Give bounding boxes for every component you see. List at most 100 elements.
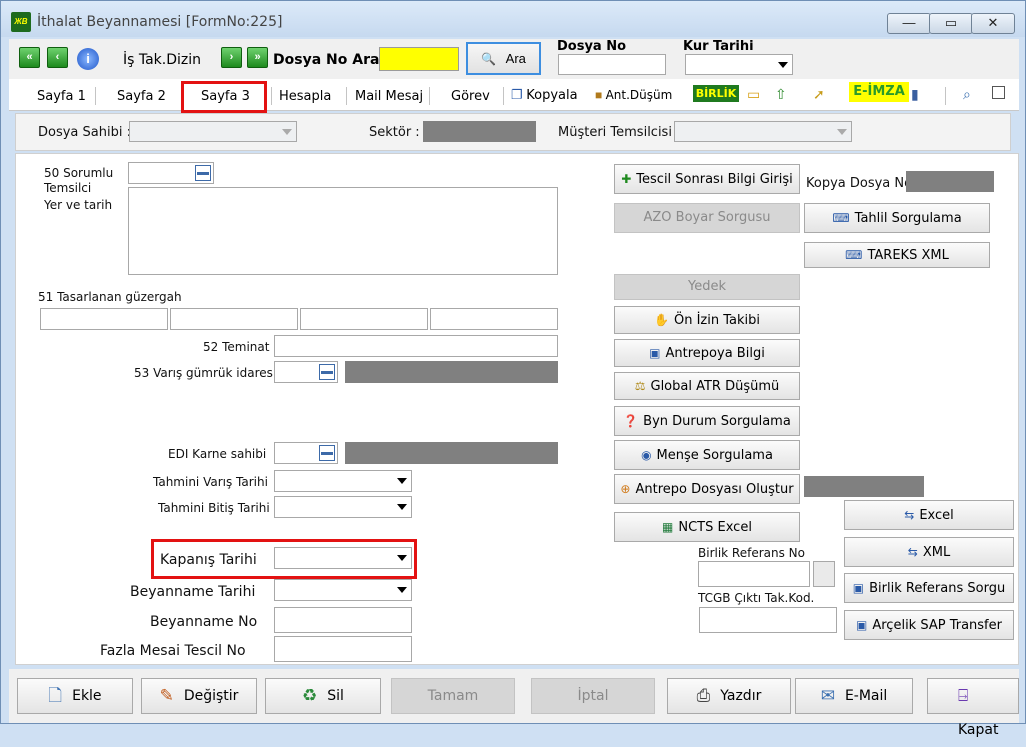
- birlik-referans-small-button[interactable]: [813, 561, 835, 587]
- document-search-icon[interactable]: ⌕: [963, 86, 971, 103]
- birlik-button[interactable]: BİRLİK: [693, 85, 739, 102]
- lookup-icon[interactable]: [319, 364, 335, 380]
- yedek-button[interactable]: Yedek: [614, 274, 800, 300]
- dosya-no-ara-label: Dosya No Ara: [273, 52, 380, 68]
- dosya-sahibi-dropdown[interactable]: [129, 121, 297, 142]
- kopyala-button[interactable]: ❐ Kopyala: [511, 87, 578, 103]
- tab-hesapla[interactable]: Hesapla: [279, 89, 331, 104]
- teminat-label: 52 Teminat: [203, 340, 270, 354]
- varis-gumruk-input[interactable]: [274, 361, 338, 383]
- guzergah-input-2[interactable]: [170, 308, 298, 330]
- kapat-button[interactable]: ⍈ Kapat: [927, 678, 1019, 738]
- prev-record-button[interactable]: ‹: [47, 47, 68, 68]
- copy-icon: ❐: [511, 87, 523, 102]
- ekle-label: Ekle: [72, 688, 102, 704]
- tcgb-cikti-input[interactable]: [699, 607, 837, 633]
- next-record-button[interactable]: ›: [221, 47, 242, 68]
- on-izin-takibi-button[interactable]: ✋ Ön İzin Takibi: [614, 306, 800, 334]
- tamam-button[interactable]: Tamam: [391, 678, 515, 714]
- last-record-button[interactable]: »: [247, 47, 268, 68]
- birlik-referans-no-label: Birlik Referans No: [698, 546, 805, 560]
- degistir-button[interactable]: ✎ Değiştir: [141, 678, 257, 714]
- tab-mail-mesaj[interactable]: Mail Mesaj: [355, 89, 423, 104]
- e-imza-button[interactable]: E-İMZA: [849, 82, 909, 102]
- folder-export-icon[interactable]: ➚: [813, 86, 825, 103]
- kopya-dosya-no-label: Kopya Dosya No: [806, 176, 913, 191]
- warehouse-icon: ▣: [649, 346, 661, 360]
- recycle-bin-icon: ♻: [302, 686, 318, 706]
- birlik-referans-sorgu-button[interactable]: ▣ Birlik Referans Sorgu: [844, 573, 1014, 603]
- lookup-icon[interactable]: [195, 165, 211, 181]
- envelope-icon: ✉: [820, 686, 835, 706]
- toolbar: « ‹ i İş Tak.Dizin › » Dosya No Ara 🔍 Ar…: [9, 39, 1019, 79]
- xml-button[interactable]: ⇆ XML: [844, 537, 1014, 567]
- guzergah-input-3[interactable]: [300, 308, 428, 330]
- sil-button[interactable]: ♻ Sil: [265, 678, 381, 714]
- folder-up-icon[interactable]: ⇧: [775, 86, 787, 103]
- guzergah-input-1[interactable]: [40, 308, 168, 330]
- guzergah-input-4[interactable]: [430, 308, 558, 330]
- fazla-mesai-label: Fazla Mesai Tescil No: [100, 643, 246, 659]
- maximize-button[interactable]: ▭: [929, 13, 973, 34]
- ekle-button[interactable]: 🗋 Ekle: [17, 678, 133, 714]
- ara-button[interactable]: 🔍 Ara: [466, 42, 541, 75]
- kopyala-label: Kopyala: [526, 88, 578, 103]
- excel-button[interactable]: ⇆ Excel: [844, 500, 1014, 530]
- tareks-xml-button[interactable]: ⌨ TAREKS XML: [804, 242, 990, 268]
- antrepoya-bilgi-button[interactable]: ▣ Antrepoya Bilgi: [614, 339, 800, 367]
- iptal-button[interactable]: İptal: [531, 678, 655, 714]
- ncts-excel-label: NCTS Excel: [678, 520, 752, 535]
- info-icon[interactable]: i: [77, 48, 99, 70]
- tahmini-varis-dropdown[interactable]: [274, 470, 412, 492]
- beyanname-tarihi-dropdown[interactable]: [274, 579, 412, 601]
- sorumlu-input[interactable]: [128, 162, 214, 184]
- antrepo-dosyasi-button[interactable]: ⊕ Antrepo Dosyası Oluştur: [614, 474, 800, 504]
- tahmini-bitis-dropdown[interactable]: [274, 496, 412, 518]
- device-icon[interactable]: ▮: [911, 86, 919, 103]
- checkbox[interactable]: [992, 86, 1005, 99]
- antrepo-dosyasi-field: [804, 476, 924, 497]
- tab-bar: Sayfa 1 Sayfa 2 Sayfa 3 Hesapla Mail Mes…: [9, 79, 1019, 111]
- tamam-label: Tamam: [427, 688, 479, 704]
- musteri-temsilcisi-dropdown[interactable]: [674, 121, 852, 142]
- dosya-no-input[interactable]: [558, 54, 666, 75]
- window: ЖВ İthalat Beyannamesi [FormNo:225] — ▭ …: [0, 0, 1026, 738]
- edit-icon: ✎: [159, 686, 174, 706]
- degistir-label: Değiştir: [183, 688, 239, 704]
- email-button[interactable]: ✉ E-Mail: [795, 678, 913, 714]
- close-button[interactable]: ✕: [971, 13, 1015, 34]
- arcelik-sap-button[interactable]: ▣ Arçelik SAP Transfer: [844, 610, 1014, 640]
- varis-gumruk-description: [345, 361, 558, 383]
- dosya-no-ara-input[interactable]: [379, 47, 459, 71]
- ncts-excel-button[interactable]: ▦ NCTS Excel: [614, 512, 800, 542]
- yer-tarih-textarea[interactable]: [128, 187, 558, 275]
- yazdir-button[interactable]: ⎙ Yazdır: [667, 678, 791, 714]
- kur-tarihi-dropdown[interactable]: [685, 54, 793, 75]
- minimize-button[interactable]: —: [887, 13, 931, 34]
- birlik-referans-no-input[interactable]: [698, 561, 810, 587]
- first-record-button[interactable]: «: [19, 47, 40, 68]
- tahlil-sorgulama-button[interactable]: ⌨ Tahlil Sorgulama: [804, 203, 990, 233]
- lookup-icon[interactable]: [319, 445, 335, 461]
- tab-gorev[interactable]: Görev: [451, 89, 490, 104]
- mense-label: Menşe Sorgulama: [656, 448, 773, 463]
- musteri-temsilcisi-label: Müşteri Temsilcisi :: [558, 125, 681, 140]
- folder-open-icon[interactable]: ▭: [747, 86, 760, 103]
- teminat-input[interactable]: [274, 335, 558, 357]
- tab-sayfa-1[interactable]: Sayfa 1: [37, 89, 86, 104]
- is-takip-dizin-label[interactable]: İş Tak.Dizin: [123, 52, 201, 68]
- azo-boyar-button[interactable]: AZO Boyar Sorgusu: [614, 203, 800, 233]
- edi-karne-input[interactable]: [274, 442, 338, 464]
- tab-sayfa-2[interactable]: Sayfa 2: [117, 89, 166, 104]
- byn-durum-button[interactable]: ❓ Byn Durum Sorgulama: [614, 406, 800, 436]
- global-atr-button[interactable]: ⚖ Global ATR Düşümü: [614, 372, 800, 400]
- export-icon: ⇆: [904, 508, 915, 522]
- fazla-mesai-input[interactable]: [274, 636, 412, 662]
- ant-dusum-button[interactable]: ■ Ant.Düşüm: [595, 88, 672, 102]
- export-icon: ⇆: [907, 545, 918, 559]
- tab-separator: [95, 87, 96, 105]
- mense-sorgulama-button[interactable]: ◉ Menşe Sorgulama: [614, 440, 800, 470]
- beyanname-no-input[interactable]: [274, 607, 412, 633]
- tescil-sonrasi-button[interactable]: ✚ Tescil Sonrası Bilgi Girişi: [614, 164, 800, 194]
- xml-label: XML: [922, 545, 951, 560]
